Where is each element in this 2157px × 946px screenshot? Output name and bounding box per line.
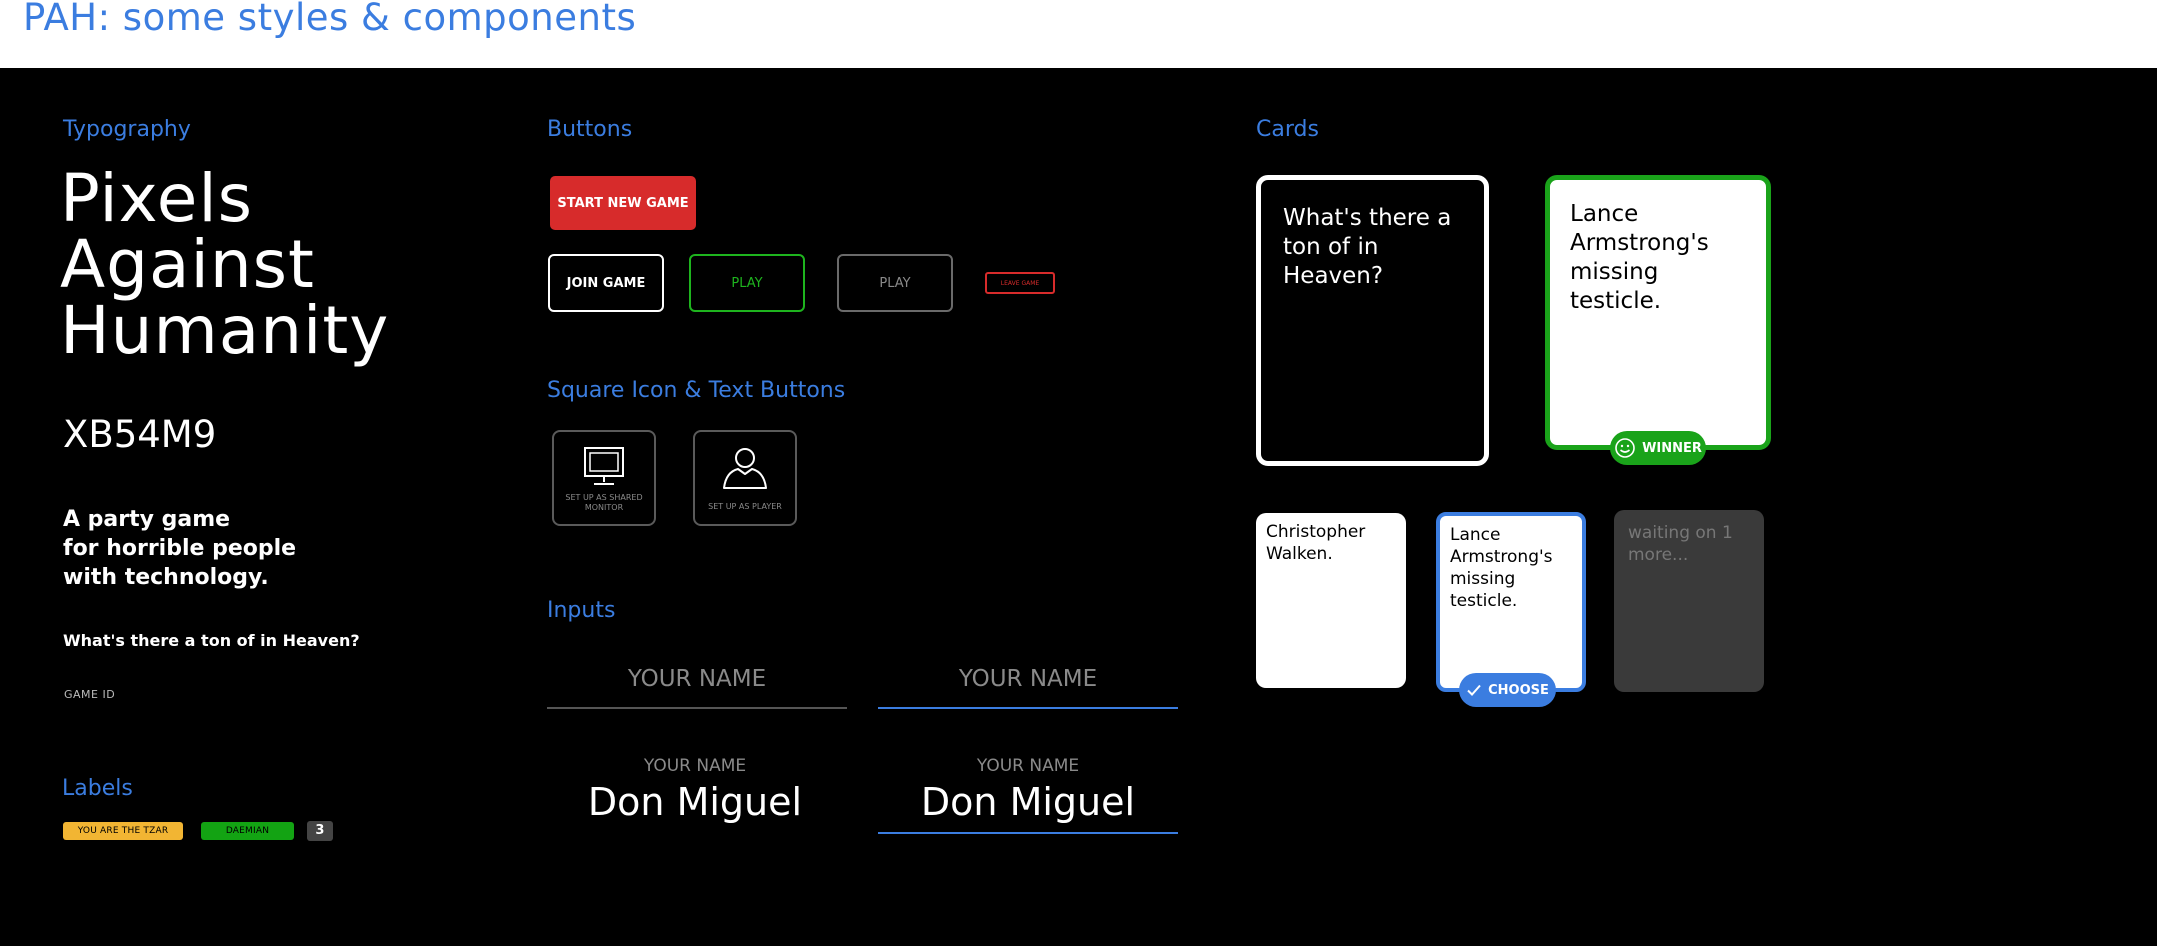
- player-setup-button[interactable]: SET UP AS PLAYER: [693, 430, 797, 526]
- name-input-focused: [878, 651, 1178, 709]
- play-button-disabled[interactable]: PLAY: [837, 254, 953, 312]
- monitor-icon: [584, 447, 624, 485]
- play-button-green[interactable]: PLAY: [689, 254, 805, 312]
- section-title-cards: Cards: [1256, 117, 1319, 142]
- hero-title: Pixels Against Humanity: [60, 166, 389, 364]
- shared-monitor-button[interactable]: SET UP AS SHARED MONITOR: [552, 430, 656, 526]
- section-title-buttons: Buttons: [547, 117, 633, 142]
- input-underline-focused: [878, 707, 1178, 709]
- player-name-label: DAEMIAN: [201, 822, 294, 840]
- choose-button[interactable]: CHOOSE: [1459, 673, 1556, 707]
- game-id-display: XB54M9: [63, 413, 217, 456]
- tagline: A party game for horrible people with te…: [63, 505, 296, 592]
- name-input[interactable]: [547, 651, 847, 707]
- section-title-inputs: Inputs: [547, 598, 616, 623]
- checkmark-icon: [1467, 684, 1481, 696]
- winner-card: Lance Armstrong's missing testicle.: [1545, 175, 1771, 450]
- top-bar: PAH: some styles & components: [0, 0, 2157, 68]
- shared-monitor-label: SET UP AS SHARED MONITOR: [565, 493, 643, 512]
- input-value: Don Miguel: [920, 780, 1136, 824]
- person-icon: [723, 448, 767, 489]
- input-underline-focused: [878, 832, 1178, 834]
- selected-white-card[interactable]: Lance Armstrong's missing testicle.: [1436, 512, 1586, 692]
- tagline-line: A party game: [63, 507, 231, 532]
- tzar-label: YOU ARE THE TZAR: [63, 822, 183, 840]
- hero-line: Against: [60, 226, 315, 303]
- player-setup-label: SET UP AS PLAYER: [708, 502, 782, 511]
- section-title-typography: Typography: [63, 117, 191, 142]
- white-card[interactable]: Christopher Walken.: [1256, 513, 1406, 688]
- hero-line: Humanity: [60, 292, 390, 369]
- name-input-default: [547, 651, 847, 709]
- waiting-card: waiting on 1 more...: [1614, 510, 1764, 692]
- choose-button-label: CHOOSE: [1488, 682, 1549, 698]
- black-card: What's there a ton of in Heaven?: [1256, 175, 1489, 466]
- tagline-line: with technology.: [63, 565, 269, 590]
- input-value: Don Miguel: [587, 780, 803, 824]
- join-game-button[interactable]: JOIN GAME: [548, 254, 664, 312]
- winner-badge-label: WINNER: [1642, 440, 1702, 456]
- input-underline: [547, 707, 847, 709]
- filled-name-input-focused[interactable]: YOUR NAME Don Miguel: [878, 756, 1178, 834]
- leave-game-button[interactable]: LEAVE GAME: [985, 272, 1055, 294]
- input-label: YOUR NAME: [976, 756, 1080, 776]
- count-badge: 3: [307, 821, 333, 841]
- section-title-square-buttons: Square Icon & Text Buttons: [547, 378, 846, 403]
- name-input-focused-field[interactable]: [878, 651, 1178, 707]
- start-new-game-button[interactable]: START NEW GAME: [550, 176, 696, 230]
- winner-badge: WINNER: [1610, 431, 1706, 465]
- section-title-labels: Labels: [62, 776, 133, 801]
- game-id-label: GAME ID: [64, 688, 116, 701]
- page-title: PAH: some styles & components: [23, 0, 637, 39]
- input-label: YOUR NAME: [643, 756, 747, 776]
- smiley-icon: [1615, 438, 1635, 458]
- question-text: What's there a ton of in Heaven?: [63, 631, 360, 650]
- filled-name-input[interactable]: YOUR NAME Don Miguel: [545, 756, 845, 824]
- hero-line: Pixels: [60, 160, 254, 237]
- tagline-line: for horrible people: [63, 536, 297, 561]
